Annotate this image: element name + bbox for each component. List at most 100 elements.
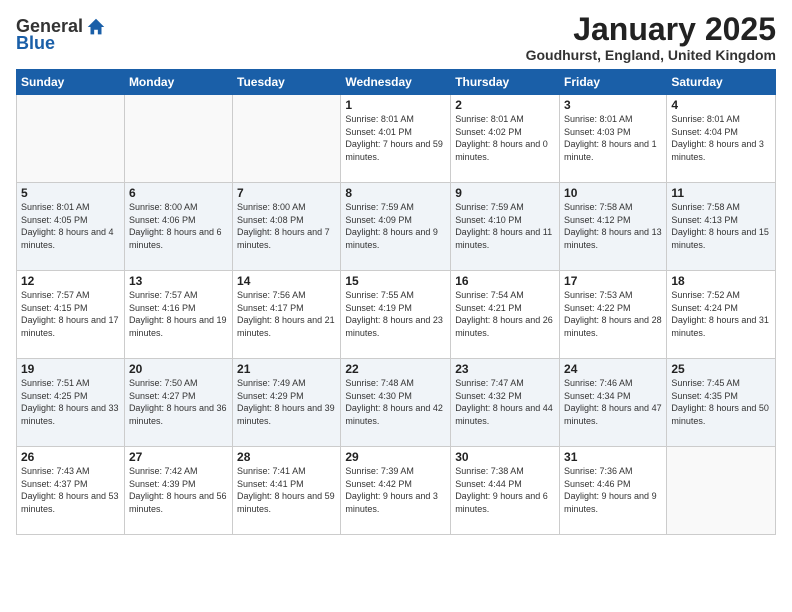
logo-icon bbox=[85, 16, 107, 38]
day-number: 5 bbox=[21, 186, 120, 200]
col-friday: Friday bbox=[560, 70, 667, 95]
table-row: 17Sunrise: 7:53 AM Sunset: 4:22 PM Dayli… bbox=[560, 271, 667, 359]
day-number: 18 bbox=[671, 274, 771, 288]
location: Goudhurst, England, United Kingdom bbox=[526, 47, 776, 63]
month-title: January 2025 bbox=[526, 12, 776, 47]
table-row: 3Sunrise: 8:01 AM Sunset: 4:03 PM Daylig… bbox=[560, 95, 667, 183]
table-row: 23Sunrise: 7:47 AM Sunset: 4:32 PM Dayli… bbox=[451, 359, 560, 447]
day-info: Sunrise: 7:49 AM Sunset: 4:29 PM Dayligh… bbox=[237, 377, 336, 427]
day-info: Sunrise: 7:59 AM Sunset: 4:09 PM Dayligh… bbox=[345, 201, 446, 251]
day-number: 4 bbox=[671, 98, 771, 112]
day-number: 23 bbox=[455, 362, 555, 376]
table-row: 9Sunrise: 7:59 AM Sunset: 4:10 PM Daylig… bbox=[451, 183, 560, 271]
day-number: 16 bbox=[455, 274, 555, 288]
day-number: 12 bbox=[21, 274, 120, 288]
day-number: 17 bbox=[564, 274, 662, 288]
header: General Blue January 2025 Goudhurst, Eng… bbox=[16, 12, 776, 63]
table-row bbox=[124, 95, 232, 183]
calendar-body: 1Sunrise: 8:01 AM Sunset: 4:01 PM Daylig… bbox=[17, 95, 776, 535]
logo-blue: Blue bbox=[16, 33, 55, 53]
table-row: 20Sunrise: 7:50 AM Sunset: 4:27 PM Dayli… bbox=[124, 359, 232, 447]
table-row bbox=[667, 447, 776, 535]
day-info: Sunrise: 7:45 AM Sunset: 4:35 PM Dayligh… bbox=[671, 377, 771, 427]
day-number: 15 bbox=[345, 274, 446, 288]
day-number: 21 bbox=[237, 362, 336, 376]
calendar-week-5: 26Sunrise: 7:43 AM Sunset: 4:37 PM Dayli… bbox=[17, 447, 776, 535]
table-row: 16Sunrise: 7:54 AM Sunset: 4:21 PM Dayli… bbox=[451, 271, 560, 359]
day-info: Sunrise: 7:42 AM Sunset: 4:39 PM Dayligh… bbox=[129, 465, 228, 515]
table-row: 21Sunrise: 7:49 AM Sunset: 4:29 PM Dayli… bbox=[233, 359, 341, 447]
day-info: Sunrise: 8:01 AM Sunset: 4:01 PM Dayligh… bbox=[345, 113, 446, 163]
table-row: 14Sunrise: 7:56 AM Sunset: 4:17 PM Dayli… bbox=[233, 271, 341, 359]
table-row: 29Sunrise: 7:39 AM Sunset: 4:42 PM Dayli… bbox=[341, 447, 451, 535]
table-row: 18Sunrise: 7:52 AM Sunset: 4:24 PM Dayli… bbox=[667, 271, 776, 359]
day-number: 22 bbox=[345, 362, 446, 376]
table-row: 11Sunrise: 7:58 AM Sunset: 4:13 PM Dayli… bbox=[667, 183, 776, 271]
day-info: Sunrise: 8:01 AM Sunset: 4:02 PM Dayligh… bbox=[455, 113, 555, 163]
table-row: 2Sunrise: 8:01 AM Sunset: 4:02 PM Daylig… bbox=[451, 95, 560, 183]
day-number: 9 bbox=[455, 186, 555, 200]
day-number: 3 bbox=[564, 98, 662, 112]
day-info: Sunrise: 7:51 AM Sunset: 4:25 PM Dayligh… bbox=[21, 377, 120, 427]
day-number: 26 bbox=[21, 450, 120, 464]
day-number: 14 bbox=[237, 274, 336, 288]
day-info: Sunrise: 8:01 AM Sunset: 4:05 PM Dayligh… bbox=[21, 201, 120, 251]
table-row: 19Sunrise: 7:51 AM Sunset: 4:25 PM Dayli… bbox=[17, 359, 125, 447]
table-row: 5Sunrise: 8:01 AM Sunset: 4:05 PM Daylig… bbox=[17, 183, 125, 271]
day-info: Sunrise: 7:47 AM Sunset: 4:32 PM Dayligh… bbox=[455, 377, 555, 427]
title-block: January 2025 Goudhurst, England, United … bbox=[526, 12, 776, 63]
calendar-header-row: Sunday Monday Tuesday Wednesday Thursday… bbox=[17, 70, 776, 95]
table-row: 26Sunrise: 7:43 AM Sunset: 4:37 PM Dayli… bbox=[17, 447, 125, 535]
day-number: 27 bbox=[129, 450, 228, 464]
calendar-week-1: 1Sunrise: 8:01 AM Sunset: 4:01 PM Daylig… bbox=[17, 95, 776, 183]
day-number: 29 bbox=[345, 450, 446, 464]
day-info: Sunrise: 7:58 AM Sunset: 4:12 PM Dayligh… bbox=[564, 201, 662, 251]
day-info: Sunrise: 8:00 AM Sunset: 4:08 PM Dayligh… bbox=[237, 201, 336, 251]
day-info: Sunrise: 7:48 AM Sunset: 4:30 PM Dayligh… bbox=[345, 377, 446, 427]
day-info: Sunrise: 7:46 AM Sunset: 4:34 PM Dayligh… bbox=[564, 377, 662, 427]
day-number: 25 bbox=[671, 362, 771, 376]
day-info: Sunrise: 7:41 AM Sunset: 4:41 PM Dayligh… bbox=[237, 465, 336, 515]
table-row: 31Sunrise: 7:36 AM Sunset: 4:46 PM Dayli… bbox=[560, 447, 667, 535]
table-row: 12Sunrise: 7:57 AM Sunset: 4:15 PM Dayli… bbox=[17, 271, 125, 359]
col-wednesday: Wednesday bbox=[341, 70, 451, 95]
day-info: Sunrise: 7:54 AM Sunset: 4:21 PM Dayligh… bbox=[455, 289, 555, 339]
logo-text: General Blue bbox=[16, 16, 107, 54]
table-row: 8Sunrise: 7:59 AM Sunset: 4:09 PM Daylig… bbox=[341, 183, 451, 271]
table-row: 27Sunrise: 7:42 AM Sunset: 4:39 PM Dayli… bbox=[124, 447, 232, 535]
day-number: 11 bbox=[671, 186, 771, 200]
day-info: Sunrise: 7:58 AM Sunset: 4:13 PM Dayligh… bbox=[671, 201, 771, 251]
day-info: Sunrise: 7:52 AM Sunset: 4:24 PM Dayligh… bbox=[671, 289, 771, 339]
col-thursday: Thursday bbox=[451, 70, 560, 95]
col-saturday: Saturday bbox=[667, 70, 776, 95]
table-row: 30Sunrise: 7:38 AM Sunset: 4:44 PM Dayli… bbox=[451, 447, 560, 535]
table-row bbox=[233, 95, 341, 183]
day-info: Sunrise: 7:36 AM Sunset: 4:46 PM Dayligh… bbox=[564, 465, 662, 515]
day-number: 20 bbox=[129, 362, 228, 376]
day-number: 24 bbox=[564, 362, 662, 376]
day-info: Sunrise: 7:39 AM Sunset: 4:42 PM Dayligh… bbox=[345, 465, 446, 515]
day-number: 31 bbox=[564, 450, 662, 464]
calendar-week-2: 5Sunrise: 8:01 AM Sunset: 4:05 PM Daylig… bbox=[17, 183, 776, 271]
day-info: Sunrise: 8:01 AM Sunset: 4:04 PM Dayligh… bbox=[671, 113, 771, 163]
day-info: Sunrise: 7:38 AM Sunset: 4:44 PM Dayligh… bbox=[455, 465, 555, 515]
table-row: 22Sunrise: 7:48 AM Sunset: 4:30 PM Dayli… bbox=[341, 359, 451, 447]
logo: General Blue bbox=[16, 16, 107, 54]
day-number: 19 bbox=[21, 362, 120, 376]
table-row: 13Sunrise: 7:57 AM Sunset: 4:16 PM Dayli… bbox=[124, 271, 232, 359]
day-info: Sunrise: 7:43 AM Sunset: 4:37 PM Dayligh… bbox=[21, 465, 120, 515]
day-number: 10 bbox=[564, 186, 662, 200]
day-number: 8 bbox=[345, 186, 446, 200]
table-row: 24Sunrise: 7:46 AM Sunset: 4:34 PM Dayli… bbox=[560, 359, 667, 447]
day-number: 1 bbox=[345, 98, 446, 112]
day-info: Sunrise: 8:01 AM Sunset: 4:03 PM Dayligh… bbox=[564, 113, 662, 163]
table-row bbox=[17, 95, 125, 183]
day-info: Sunrise: 7:50 AM Sunset: 4:27 PM Dayligh… bbox=[129, 377, 228, 427]
day-number: 28 bbox=[237, 450, 336, 464]
day-info: Sunrise: 8:00 AM Sunset: 4:06 PM Dayligh… bbox=[129, 201, 228, 251]
calendar-table: Sunday Monday Tuesday Wednesday Thursday… bbox=[16, 69, 776, 535]
table-row: 15Sunrise: 7:55 AM Sunset: 4:19 PM Dayli… bbox=[341, 271, 451, 359]
col-tuesday: Tuesday bbox=[233, 70, 341, 95]
day-info: Sunrise: 7:53 AM Sunset: 4:22 PM Dayligh… bbox=[564, 289, 662, 339]
day-info: Sunrise: 7:55 AM Sunset: 4:19 PM Dayligh… bbox=[345, 289, 446, 339]
